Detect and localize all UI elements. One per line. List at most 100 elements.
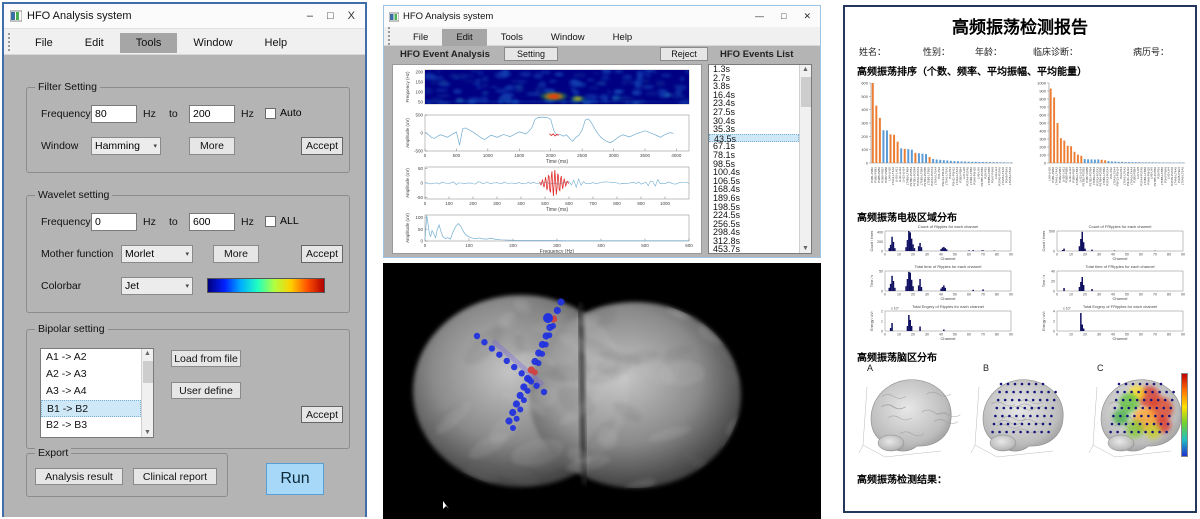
filter-accept-button[interactable]: Accept xyxy=(301,137,343,155)
svg-text:10: 10 xyxy=(1069,253,1073,257)
close-button[interactable]: X xyxy=(348,10,355,22)
list-item[interactable]: B1 -> B2 xyxy=(41,400,141,417)
svg-text:0: 0 xyxy=(881,249,883,253)
hist-ripple-count: Count of Ripples for each channel0200400… xyxy=(861,223,1019,261)
svg-text:200: 200 xyxy=(877,240,883,244)
filter-more-button[interactable]: More xyxy=(189,137,235,155)
wavelet-setting-group: Wavelet setting Frequency Hz to Hz ALL M… xyxy=(26,195,350,313)
list-item[interactable]: 35.3s xyxy=(709,125,799,134)
wavelet-more-button[interactable]: More xyxy=(213,245,259,263)
menu-item-edit[interactable]: Edit xyxy=(442,29,486,46)
maximize-button[interactable]: □ xyxy=(781,11,786,22)
menu-item-file[interactable]: File xyxy=(19,33,69,53)
svg-text:1000: 1000 xyxy=(660,201,671,206)
filter-freq-to-input[interactable] xyxy=(189,105,235,123)
bipolar-scrollbar[interactable]: ▲ ▼ xyxy=(141,349,153,437)
svg-text:20: 20 xyxy=(911,253,915,257)
menu-item-help[interactable]: Help xyxy=(249,33,304,53)
list-item[interactable]: A1 -> A2 xyxy=(41,349,141,366)
filter-auto-checkbox[interactable]: Auto xyxy=(265,107,302,119)
minimize-button[interactable]: – xyxy=(307,10,313,22)
run-button[interactable]: Run xyxy=(266,463,324,495)
ranking-chart-left: 0100200300400500600P3B1-P3B2P3B2-P3B3P3B… xyxy=(849,77,1021,205)
app-icon xyxy=(389,12,399,22)
bipolar-listbox[interactable]: A1 -> A2A2 -> A3A3 -> A4B1 -> B2B2 -> B3… xyxy=(40,348,154,438)
svg-text:80: 80 xyxy=(1167,333,1171,337)
svg-text:500: 500 xyxy=(1039,121,1046,126)
svg-text:70: 70 xyxy=(1153,333,1157,337)
bipolar-setting-group: Bipolar setting A1 -> A2A2 -> A3A3 -> A4… xyxy=(26,329,350,449)
field-name: 姓名： xyxy=(859,45,886,58)
hfo-settings-window: HFO Analysis system – □ X FileEditToolsW… xyxy=(2,2,367,517)
menu-item-window[interactable]: Window xyxy=(537,29,599,46)
load-from-file-button[interactable]: Load from file xyxy=(171,350,241,367)
wavelet-accept-button[interactable]: Accept xyxy=(301,245,343,263)
left-menubar: FileEditToolsWindowHelp xyxy=(4,29,365,55)
scroll-down-icon[interactable]: ▼ xyxy=(802,244,809,253)
wavelet-hz1-label: Hz xyxy=(143,216,156,228)
menu-item-help[interactable]: Help xyxy=(599,29,647,46)
svg-text:400: 400 xyxy=(1039,129,1046,134)
close-button[interactable]: ✕ xyxy=(803,11,811,22)
svg-text:50: 50 xyxy=(418,227,424,232)
report-title: 高频振荡检测报告 xyxy=(845,13,1195,38)
clinical-report-button[interactable]: Clinical report xyxy=(133,468,217,485)
user-define-button[interactable]: User define xyxy=(171,382,241,399)
minimize-button[interactable]: — xyxy=(755,11,764,22)
scroll-up-icon[interactable]: ▲ xyxy=(144,349,151,358)
wavelet-mother-combo[interactable]: Morlet ▾ xyxy=(121,245,193,263)
svg-text:3000: 3000 xyxy=(609,153,620,158)
mid-menubar: FileEditToolsWindowHelp xyxy=(384,27,820,46)
hist-ripple-energy: Total Engery of Ripples for each channel… xyxy=(861,303,1019,341)
list-item[interactable]: B2 -> B3 xyxy=(41,417,141,434)
menu-item-tools[interactable]: Tools xyxy=(487,29,537,46)
export-legend: Export xyxy=(35,447,71,459)
menu-item-tools[interactable]: Tools xyxy=(120,33,178,53)
mid-titlebar[interactable]: HFO Analysis system — □ ✕ xyxy=(384,6,820,27)
reject-button[interactable]: Reject xyxy=(660,47,708,61)
svg-text:90: 90 xyxy=(1181,333,1185,337)
svg-text:10: 10 xyxy=(897,253,901,257)
svg-text:300: 300 xyxy=(493,201,501,206)
scrollbar-thumb[interactable] xyxy=(143,361,153,383)
svg-text:-50: -50 xyxy=(416,195,423,200)
svg-text:30: 30 xyxy=(925,333,929,337)
list-item[interactable]: A2 -> A3 xyxy=(41,366,141,383)
brain-3d-view[interactable] xyxy=(383,263,821,519)
maximize-button[interactable]: □ xyxy=(327,10,334,22)
bipolar-setting-legend: Bipolar setting xyxy=(35,323,108,335)
scroll-up-icon[interactable]: ▲ xyxy=(802,65,809,74)
menu-item-edit[interactable]: Edit xyxy=(69,33,120,53)
svg-text:0: 0 xyxy=(1053,329,1055,333)
filter-freq-from-input[interactable] xyxy=(91,105,137,123)
filter-hz2-label: Hz xyxy=(241,108,254,120)
svg-text:600: 600 xyxy=(861,81,868,86)
svg-text:60: 60 xyxy=(967,333,971,337)
brain-render xyxy=(383,263,821,519)
events-scrollbar[interactable]: ▲ ▼ xyxy=(799,65,811,253)
svg-text:100: 100 xyxy=(861,147,868,152)
wavelet-freq-to-input[interactable] xyxy=(189,213,235,231)
svg-text:2000: 2000 xyxy=(546,153,557,158)
wavelet-colorbar-combo[interactable]: Jet ▾ xyxy=(121,277,193,295)
menu-item-file[interactable]: File xyxy=(399,29,442,46)
list-item[interactable]: 453.7s xyxy=(709,245,799,254)
wavelet-all-checkbox[interactable]: ALL xyxy=(265,215,299,227)
scrollbar-thumb[interactable] xyxy=(801,77,811,107)
scroll-down-icon[interactable]: ▼ xyxy=(144,428,151,437)
hist-fripple-time: Total time of FRipples for each channel0… xyxy=(1033,263,1191,301)
list-item[interactable]: A3 -> A4 xyxy=(41,383,141,400)
wavelet-freq-from-input[interactable] xyxy=(91,213,137,231)
filter-window-combo[interactable]: Hamming ▾ xyxy=(91,137,161,155)
wavelet-frequency-label: Frequency xyxy=(41,216,91,228)
filter-setting-group: Filter Setting Frequency Hz to Hz Auto W… xyxy=(26,87,350,173)
bipolar-accept-button[interactable]: Accept xyxy=(301,406,343,423)
wavelet-colorbar-label: Colorbar xyxy=(41,280,81,292)
menu-grip-icon xyxy=(8,33,13,51)
analysis-result-button[interactable]: Analysis result xyxy=(35,468,123,485)
events-listbox[interactable]: 1.3s2.7s3.8s16.4s23.4s27.5s30.4s35.3s43.… xyxy=(708,64,812,254)
left-titlebar[interactable]: HFO Analysis system – □ X xyxy=(4,4,365,29)
setting-button[interactable]: Setting xyxy=(504,47,558,61)
screenshot-root: HFO Analysis system – □ X FileEditToolsW… xyxy=(0,0,1200,519)
menu-item-window[interactable]: Window xyxy=(177,33,248,53)
